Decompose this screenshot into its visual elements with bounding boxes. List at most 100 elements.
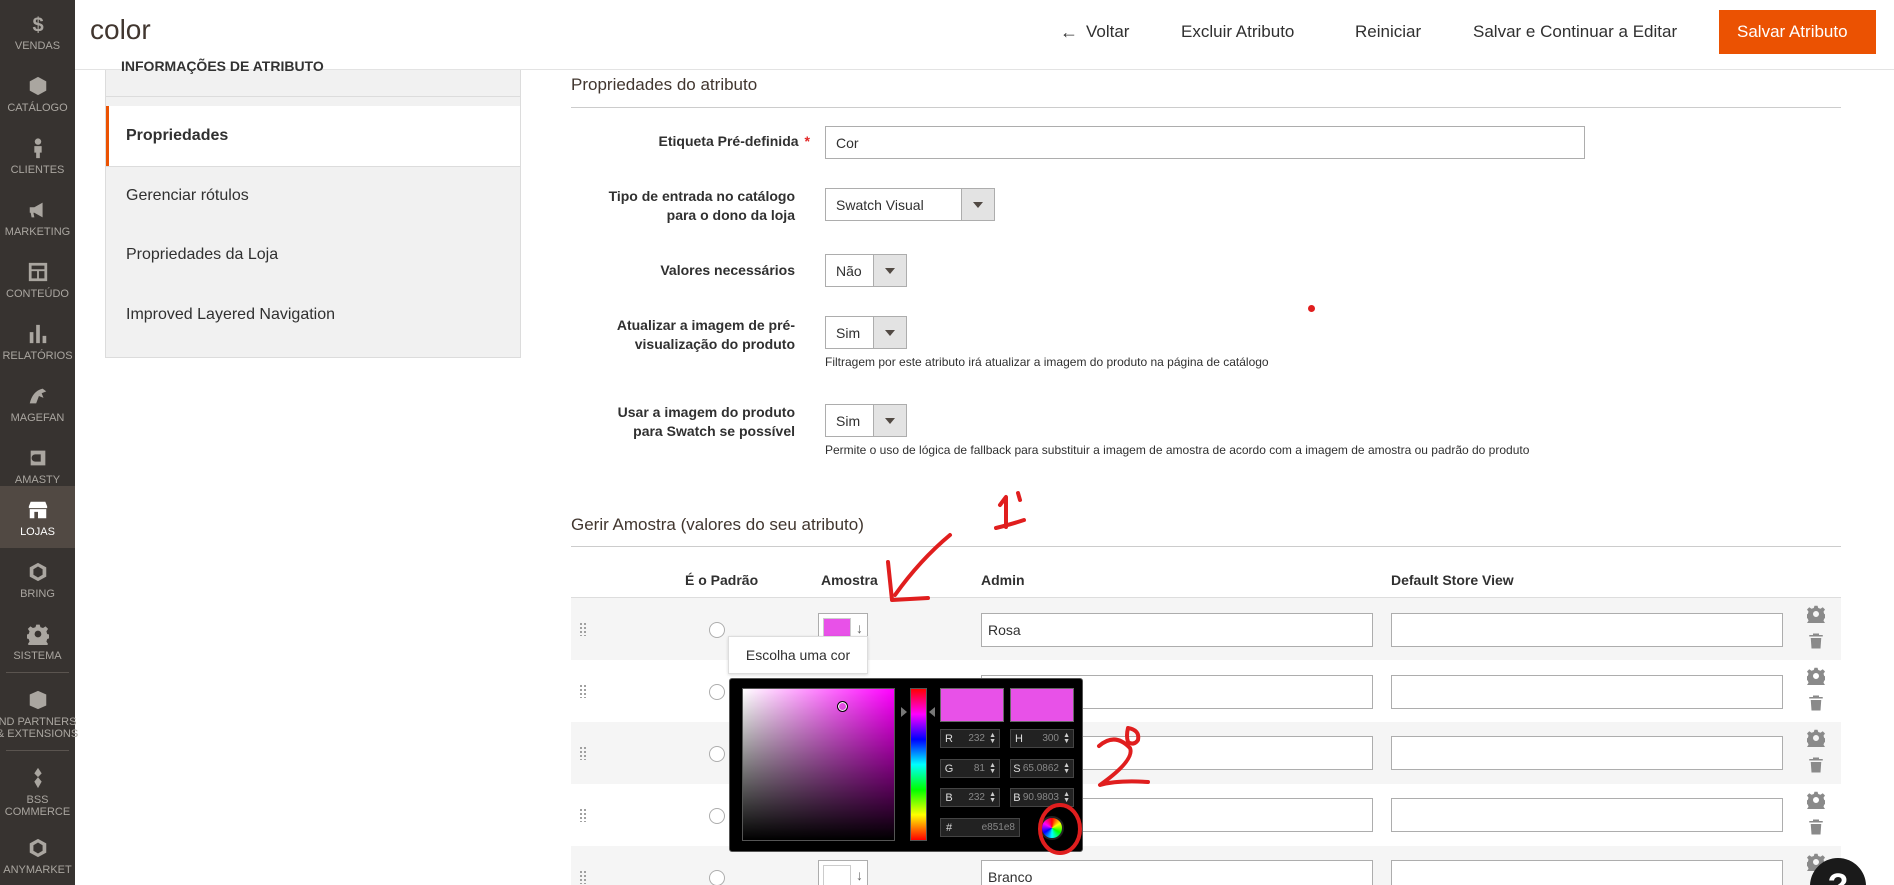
- required-values-select[interactable]: Não: [825, 254, 907, 287]
- nav-vendas[interactable]: $ VENDAS: [0, 0, 75, 62]
- save-attribute-button[interactable]: Salvar Atributo: [1719, 10, 1876, 54]
- nav-bring[interactable]: BRING: [0, 548, 75, 610]
- nav-magefan[interactable]: MAGEFAN: [0, 372, 75, 434]
- gear-icon[interactable]: [1805, 791, 1827, 813]
- gear-icon[interactable]: [1805, 605, 1827, 627]
- nav-bss-commerce[interactable]: BSS COMMERCE: [0, 756, 75, 826]
- delete-attribute-button[interactable]: Excluir Atributo: [1181, 10, 1294, 54]
- nav-label: BRING: [20, 587, 55, 600]
- nav-conteudo[interactable]: CONTEÚDO: [0, 248, 75, 310]
- store-view-input[interactable]: [1391, 613, 1783, 647]
- dollar-icon: $: [25, 11, 51, 37]
- trash-icon[interactable]: [1807, 632, 1825, 650]
- nav-catalogo[interactable]: CATÁLOGO: [0, 62, 75, 124]
- svg-text:$: $: [32, 14, 43, 35]
- hex-field[interactable]: # e851e8: [940, 818, 1020, 837]
- gear-icon[interactable]: [1805, 729, 1827, 751]
- nav-partners-extensions[interactable]: ND PARTNERS & EXTENSIONS: [0, 678, 78, 748]
- person-icon: [25, 135, 51, 161]
- trash-icon[interactable]: [1807, 818, 1825, 836]
- apply-color-wheel-button[interactable]: [1040, 816, 1064, 840]
- swatch-color-fill: [823, 865, 851, 885]
- tab-propriedades-loja[interactable]: Propriedades da Loja: [106, 225, 520, 285]
- update-preview-note: Filtragem por este atributo irá atualiza…: [825, 355, 1269, 369]
- input-type-select[interactable]: Swatch Visual: [825, 188, 995, 221]
- spinner-icon: ▲ ▼: [989, 762, 996, 775]
- admin-value-input[interactable]: [981, 860, 1373, 885]
- store-view-input[interactable]: [1391, 860, 1783, 885]
- is-default-radio[interactable]: [709, 622, 725, 638]
- choose-color-tooltip: Escolha uma cor: [728, 636, 868, 674]
- color-cursor[interactable]: [837, 701, 848, 712]
- store-view-input[interactable]: [1391, 798, 1783, 832]
- select-value: Sim: [836, 412, 861, 429]
- nav-relatorios[interactable]: RELATÓRIOS: [0, 310, 75, 372]
- page-header: color ← Voltar Excluir Atributo Reiniciar…: [75, 0, 1894, 70]
- label-line: Tipo de entrada no catálogo: [608, 188, 795, 204]
- trash-icon[interactable]: [1807, 694, 1825, 712]
- drag-handle-icon[interactable]: [579, 684, 587, 698]
- tab-propriedades[interactable]: Propriedades: [106, 106, 520, 166]
- drag-handle-icon[interactable]: [579, 622, 587, 636]
- nav-label: VENDAS: [14, 39, 61, 52]
- field-key: S: [1013, 762, 1021, 775]
- update-preview-select[interactable]: Sim: [825, 316, 907, 349]
- nav-anymarket[interactable]: ANYMARKET: [0, 826, 75, 885]
- back-button[interactable]: ← Voltar: [1060, 10, 1129, 54]
- nav-lojas[interactable]: LOJAS: [0, 486, 75, 548]
- is-default-radio[interactable]: [709, 746, 725, 762]
- gear-icon[interactable]: [1805, 667, 1827, 689]
- section-rule: [571, 546, 1841, 547]
- page-title: color: [90, 14, 151, 45]
- spinner-icon: ▲ ▼: [1063, 762, 1070, 775]
- tab-improved-layered-navigation[interactable]: Improved Layered Navigation: [106, 285, 520, 345]
- blue-field[interactable]: B 232 ▲ ▼: [940, 788, 1000, 807]
- amasty-icon: [25, 445, 51, 471]
- select-value: Sim: [836, 324, 861, 341]
- hue-slider[interactable]: [910, 688, 927, 841]
- chevron-down-icon: [885, 267, 895, 274]
- swatch-picker-trigger[interactable]: ↓: [818, 860, 868, 885]
- hue-arrow-left-icon: [901, 707, 907, 717]
- brightness-field[interactable]: B 90.9803 ▲ ▼: [1010, 788, 1074, 807]
- required-values-label: Valores necessários: [660, 262, 795, 278]
- nav-sistema[interactable]: SISTEMA: [0, 610, 75, 672]
- field-key: #: [945, 821, 953, 834]
- nav-label: CLIENTES: [10, 163, 65, 176]
- hue-field[interactable]: H 300 ▲ ▼: [1010, 729, 1074, 748]
- col-default-store-view: Default Store View: [1391, 572, 1514, 588]
- chevron-down-icon: [885, 329, 895, 336]
- is-default-radio[interactable]: [709, 684, 725, 700]
- drag-handle-icon[interactable]: [579, 808, 587, 822]
- nav-marketing[interactable]: MARKETING: [0, 186, 75, 248]
- megaphone-icon: [25, 197, 51, 223]
- admin-value-input[interactable]: [981, 613, 1373, 647]
- is-default-radio[interactable]: [709, 870, 725, 885]
- reset-button[interactable]: Reiniciar: [1355, 10, 1421, 54]
- save-continue-button[interactable]: Salvar e Continuar a Editar: [1473, 10, 1677, 54]
- saturation-field[interactable]: S 65.0862 ▲ ▼: [1010, 759, 1074, 778]
- drag-handle-icon[interactable]: [579, 870, 587, 884]
- tab-gerenciar-rotulos[interactable]: Gerenciar rótulos: [106, 166, 520, 226]
- saturation-brightness-area[interactable]: [742, 688, 895, 841]
- label-line: Atualizar a imagem de pré-: [616, 317, 795, 333]
- nav-clientes[interactable]: CLIENTES: [0, 124, 75, 186]
- trash-icon[interactable]: [1807, 756, 1825, 774]
- store-view-input[interactable]: [1391, 736, 1783, 770]
- label-line: para o dono da loja: [666, 207, 795, 223]
- store-view-input[interactable]: [1391, 675, 1783, 709]
- green-field[interactable]: G 81 ▲ ▼: [940, 759, 1000, 778]
- default-label-input[interactable]: [825, 126, 1585, 159]
- arrow-down-icon: ↓: [856, 620, 863, 636]
- section-rule: [571, 107, 1841, 108]
- input-type-label: Tipo de entrada no catálogo para o dono d…: [560, 187, 795, 225]
- field-key: B: [945, 791, 953, 804]
- use-product-image-select[interactable]: Sim: [825, 404, 907, 437]
- nav-separator: [6, 750, 69, 751]
- select-value: Swatch Visual: [836, 196, 924, 213]
- color-picker: R 232 ▲ ▼ H 300 ▲ ▼ G 81 ▲ ▼ S 65.0862 ▲ ▼ B 232 ▲ ▼ B9…: [729, 678, 1083, 852]
- use-product-image-label: Usar a imagem do produto para Swatch se p…: [560, 403, 795, 441]
- is-default-radio[interactable]: [709, 808, 725, 824]
- drag-handle-icon[interactable]: [579, 746, 587, 760]
- red-field[interactable]: R 232 ▲ ▼: [940, 729, 1000, 748]
